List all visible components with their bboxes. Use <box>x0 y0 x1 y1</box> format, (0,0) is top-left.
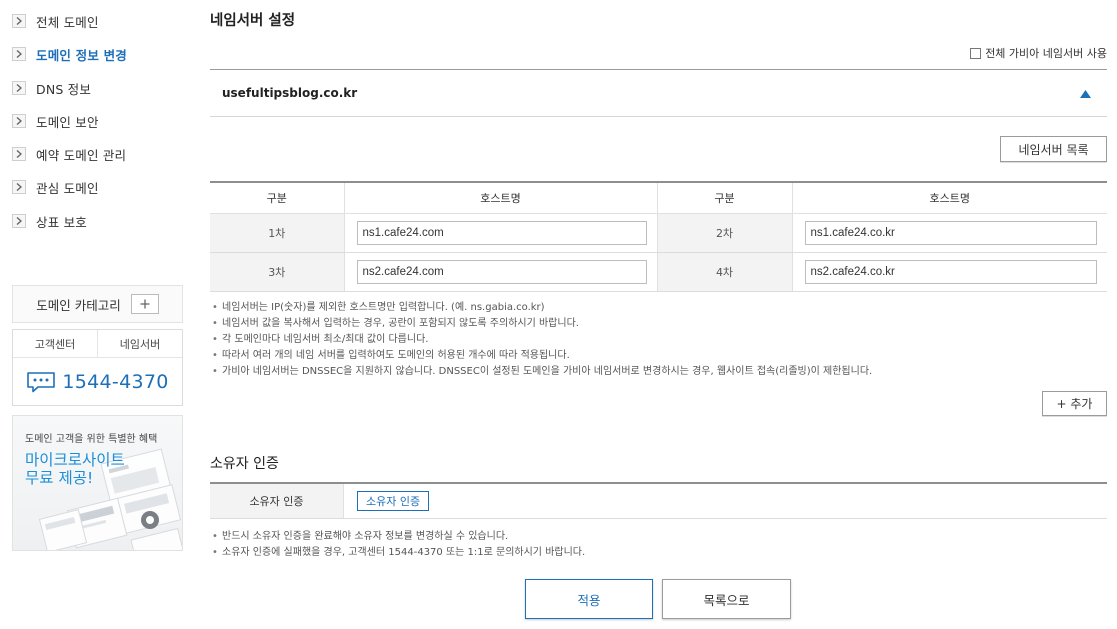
domain-category-box: 도메인 카테고리 <box>12 285 183 323</box>
chevron-right-icon <box>12 47 26 61</box>
owner-auth-button[interactable]: 소유자 인증 <box>357 491 430 511</box>
nameserver-3-input[interactable] <box>356 259 647 284</box>
sidebar-item-domain-security[interactable]: 도메인 보안 <box>12 111 99 131</box>
table-row: 3차 4차 <box>210 252 1107 292</box>
chevron-right-icon <box>12 180 26 194</box>
sidebar-item-dns-info[interactable]: DNS 정보 <box>12 78 91 98</box>
promo-subtitle: 도메인 고객을 위한 특별한 혜택 <box>25 434 158 445</box>
sidebar-item-watched-domains[interactable]: 관심 도메인 <box>12 177 99 197</box>
nameserver-4-input[interactable] <box>804 259 1097 284</box>
sidebar-item-label: 관심 도메인 <box>36 180 99 196</box>
table-header-row: 구분 호스트명 구분 호스트명 <box>210 182 1107 214</box>
nameserver-1-input[interactable] <box>356 220 647 245</box>
sidebar-item-label: 상표 보호 <box>36 214 87 230</box>
checkbox-box[interactable] <box>970 47 982 59</box>
tab-customer-center[interactable]: 고객센터 <box>13 330 98 357</box>
microsite-promo-banner[interactable]: 도메인 고객을 위한 특별한 혜택 마이크로사이트 무료 제공! <box>12 415 183 551</box>
list-item: 각 도메인마다 네임서버 최소/최대 값이 다릅니다. <box>212 332 872 348</box>
sidebar-item-trademark-protection[interactable]: 상표 보호 <box>12 211 87 231</box>
page-title: 네임서버 설정 <box>210 13 296 29</box>
list-item: 소유자 인증에 실패했을 경우, 고객센터 1544-4370 또는 1:1로 … <box>212 545 585 561</box>
list-item: 따라서 여러 개의 네임 서버를 입력하여도 도메인의 허용된 개수에 따라 적… <box>212 348 872 364</box>
table-cell <box>344 252 658 292</box>
support-box: 고객센터 네임서버 1544-4370 <box>12 329 183 406</box>
list-item: 네임서버 값을 복사해서 입력하는 경우, 공란이 포함되지 않도록 주의하시기… <box>212 316 872 332</box>
support-phone-number: 1544-4370 <box>62 370 169 393</box>
sidebar-item-domain-info-change[interactable]: 도메인 정보 변경 <box>12 44 127 64</box>
apply-button[interactable]: 적용 <box>525 579 653 619</box>
tab-nameserver[interactable]: 네임서버 <box>98 330 182 357</box>
chevron-right-icon <box>12 14 26 28</box>
triangle-up-icon[interactable] <box>1080 90 1091 98</box>
row-label: 2차 <box>657 213 793 253</box>
nameserver-notes: 네임서버는 IP(숫자)를 제외한 호스트명만 입력합니다. (예. ns.ga… <box>212 300 872 380</box>
nameserver-list-button[interactable]: 네임서버 목록 <box>1000 136 1107 162</box>
promo-title-line: 마이크로사이트 <box>25 451 125 469</box>
chat-bubble-icon <box>27 371 56 392</box>
column-header: 호스트명 <box>792 182 1107 214</box>
back-to-list-button[interactable]: 목록으로 <box>662 579 791 619</box>
domain-header: usefultipsblog.co.kr <box>210 69 1107 117</box>
checkbox-label: 전체 가비아 네임서버 사용 <box>985 47 1107 60</box>
column-header: 구분 <box>657 182 793 214</box>
support-tabs: 고객센터 네임서버 <box>13 330 182 358</box>
sidebar-item-label: 도메인 정보 변경 <box>36 47 128 63</box>
use-all-gabia-nameserver-checkbox[interactable]: 전체 가비아 네임서버 사용 <box>970 45 1107 61</box>
list-item: 가비아 네임서버는 DNSSEC을 지원하지 않습니다. DNSSEC이 설정된… <box>212 364 872 380</box>
owner-auth-label: 소유자 인증 <box>210 484 344 518</box>
table-row: 1차 2차 <box>210 213 1107 253</box>
table-cell <box>792 252 1107 292</box>
sidebar-item-label: DNS 정보 <box>36 81 92 97</box>
promo-title-line: 무료 제공! <box>25 469 94 487</box>
column-header: 호스트명 <box>344 182 658 214</box>
owner-auth-notes: 반드시 소유자 인증을 완료해야 소유자 정보를 변경하실 수 있습니다. 소유… <box>212 529 585 561</box>
table-cell <box>792 213 1107 253</box>
chevron-right-icon <box>12 214 26 228</box>
nameserver-table: 구분 호스트명 구분 호스트명 1차 2차 3차 4차 <box>210 181 1107 292</box>
sidebar-item-label: 도메인 보안 <box>36 114 99 130</box>
chevron-right-icon <box>12 147 26 161</box>
row-label: 3차 <box>210 252 345 292</box>
domain-category-label: 도메인 카테고리 <box>36 297 121 313</box>
sidebar-item-reserved-domains[interactable]: 예약 도메인 관리 <box>12 144 126 164</box>
owner-auth-section-title: 소유자 인증 <box>210 456 279 472</box>
list-item: 네임서버는 IP(숫자)를 제외한 호스트명만 입력합니다. (예. ns.ga… <box>212 300 872 316</box>
row-label: 1차 <box>210 213 345 253</box>
domain-name: usefultipsblog.co.kr <box>222 86 358 100</box>
row-label: 4차 <box>657 252 793 292</box>
nameserver-2-input[interactable] <box>804 220 1097 245</box>
add-nameserver-button[interactable]: + 추가 <box>1042 391 1107 416</box>
sidebar-item-label: 전체 도메인 <box>36 14 99 30</box>
add-category-button[interactable] <box>130 294 159 314</box>
chevron-right-icon <box>12 114 26 128</box>
owner-auth-row: 소유자 인증 소유자 인증 <box>210 482 1107 519</box>
sidebar-item-label: 예약 도메인 관리 <box>36 147 127 163</box>
column-header: 구분 <box>210 182 345 214</box>
owner-auth-cell: 소유자 인증 <box>344 484 430 518</box>
plus-icon <box>140 299 150 309</box>
table-cell <box>344 213 658 253</box>
promo-title: 마이크로사이트 무료 제공! <box>25 451 125 487</box>
chevron-right-icon <box>12 81 26 95</box>
sidebar-item-all-domains[interactable]: 전체 도메인 <box>12 11 99 31</box>
list-item: 반드시 소유자 인증을 완료해야 소유자 정보를 변경하실 수 있습니다. <box>212 529 585 545</box>
support-phone: 1544-4370 <box>13 358 182 405</box>
